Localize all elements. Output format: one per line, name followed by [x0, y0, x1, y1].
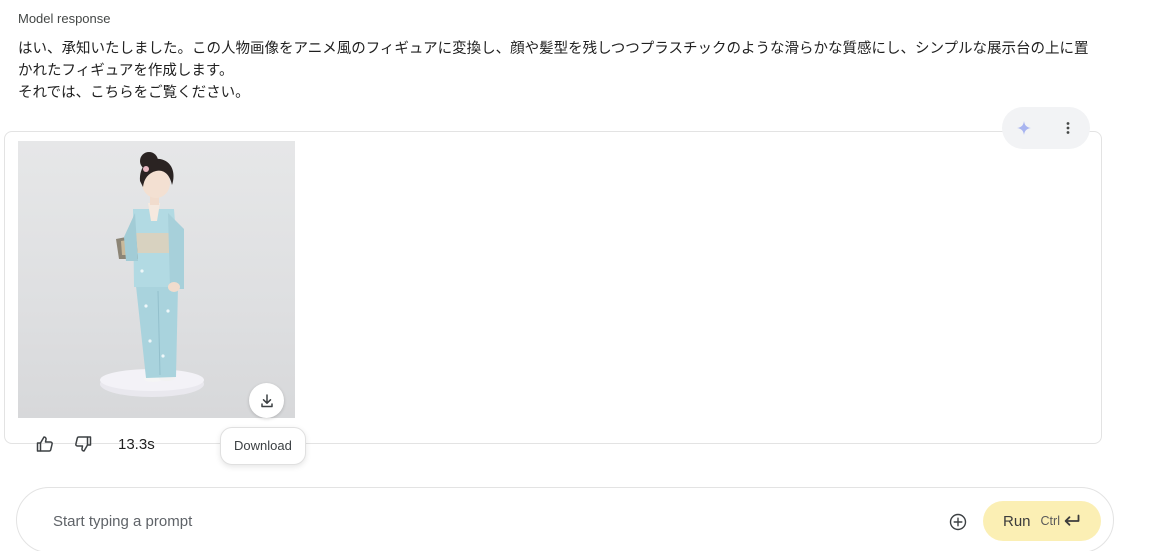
thumbs-down-button[interactable]: [66, 428, 100, 460]
thumbs-up-button[interactable]: [28, 428, 62, 460]
enter-key-icon: [1064, 514, 1080, 526]
more-options-button[interactable]: [1052, 112, 1084, 144]
thumb-up-icon: [36, 436, 53, 452]
run-shortcut-label: Ctrl: [1040, 514, 1060, 528]
response-time: 13.3s: [118, 435, 155, 453]
sparkle-icon: [1017, 121, 1031, 135]
add-circle-icon: [949, 513, 967, 531]
download-tooltip: Download: [220, 427, 306, 465]
add-media-button[interactable]: [945, 509, 971, 535]
more-vert-icon: [1066, 122, 1070, 134]
download-button[interactable]: [249, 383, 284, 418]
run-label: Run: [1003, 512, 1031, 530]
response-paragraph: はい、承知いたしました。この人物画像をアニメ風のフィギュアに変換し、顔や髪型を残…: [18, 41, 1089, 79]
feedback-bar: 13.3s: [28, 428, 155, 460]
model-response-label: Model response: [18, 11, 111, 26]
response-paragraph: それでは、こちらをご覧ください。: [18, 85, 250, 101]
download-icon: [260, 393, 273, 407]
model-response-text: はい、承知いたしました。この人物画像をアニメ風のフィギュアに変換し、顔や髪型を残…: [18, 38, 1098, 104]
run-button[interactable]: Run Ctrl: [983, 501, 1101, 541]
generated-figure-image[interactable]: [18, 141, 295, 418]
sparkle-button[interactable]: [1008, 112, 1040, 144]
thumb-down-icon: [75, 436, 92, 452]
prompt-bar: Run Ctrl: [16, 487, 1114, 551]
prompt-input[interactable]: [51, 508, 915, 534]
card-action-pill: [1002, 107, 1090, 149]
figure-illustration: [100, 152, 204, 397]
chat-page: Model response はい、承知いたしました。この人物画像をアニメ風のフ…: [0, 0, 1150, 551]
